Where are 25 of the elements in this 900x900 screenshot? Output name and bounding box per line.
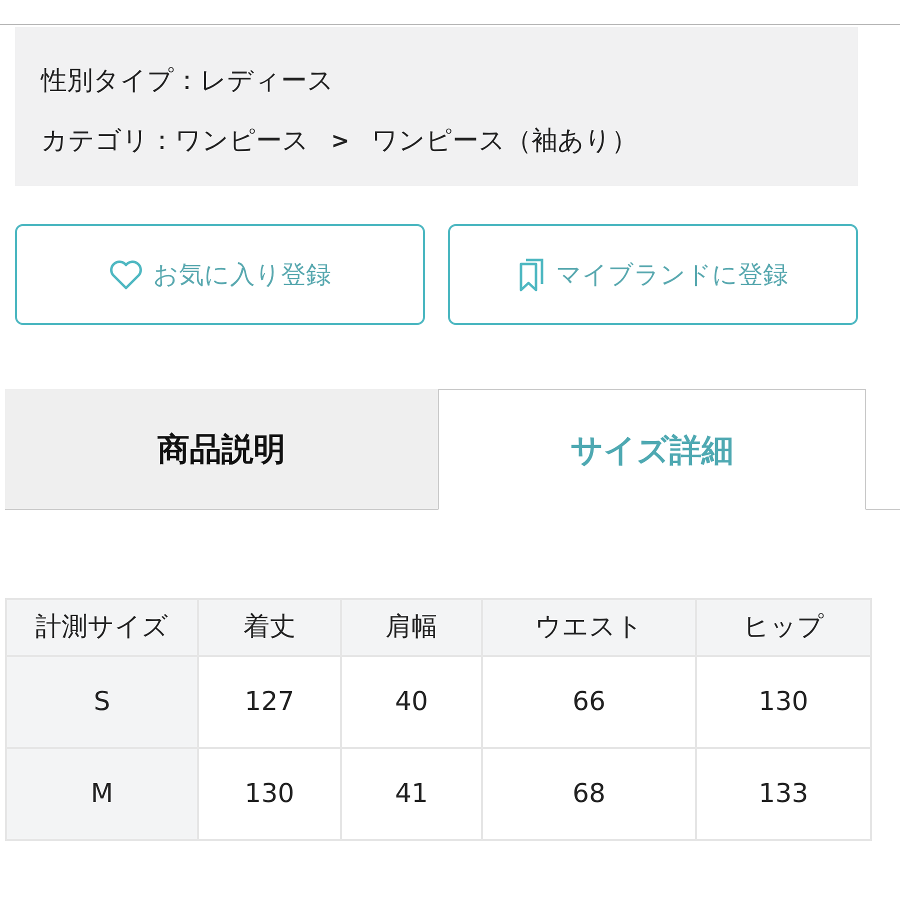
info-text: カテゴリ：ワンピース [41, 124, 309, 158]
table-cell: 133 [696, 748, 871, 840]
tab[interactable]: 商品説明 [5, 389, 438, 509]
row-header: S [6, 656, 198, 748]
breadcrumb-link[interactable]: ワンピース（袖あり） [371, 122, 638, 160]
row-header: M [6, 748, 198, 840]
table-cell: 127 [198, 656, 341, 748]
column-header: 着丈 [198, 599, 341, 656]
brand-button[interactable]: マイブランドに登録 [448, 224, 858, 325]
breadcrumb-separator: > [331, 128, 350, 156]
heart-icon [109, 260, 143, 290]
table-cell: 68 [482, 748, 696, 840]
column-header: ウエスト [482, 599, 696, 656]
bookmark-icon [518, 258, 546, 292]
tab[interactable]: サイズ詳細 [438, 389, 866, 510]
column-header: 肩幅 [341, 599, 482, 656]
column-header: 計測サイズ [6, 599, 198, 656]
table-cell: 41 [341, 748, 482, 840]
info-text: 性別タイプ：レディース [41, 64, 334, 98]
table-cell: 130 [696, 656, 871, 748]
table-cell: 66 [482, 656, 696, 748]
table-cell: 40 [341, 656, 482, 748]
column-header: ヒップ [696, 599, 871, 656]
favorite-button[interactable]: お気に入り登録 [15, 224, 425, 325]
table-cell: 130 [198, 748, 341, 840]
